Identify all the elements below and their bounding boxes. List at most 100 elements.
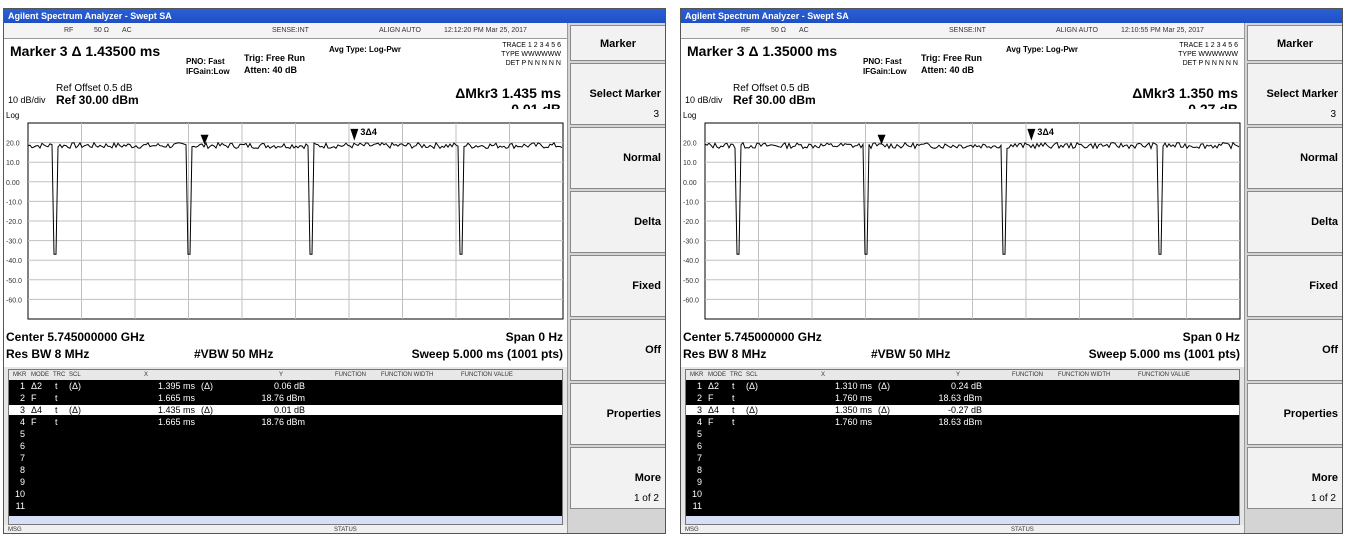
fixed-button[interactable]: Fixed bbox=[1247, 255, 1342, 317]
table-row[interactable]: 6 bbox=[9, 441, 562, 451]
cell-x: 1.310 ms bbox=[834, 381, 872, 391]
y-tick-label: -10.0 bbox=[683, 199, 699, 206]
fixed-button[interactable]: Fixed bbox=[570, 255, 665, 317]
plot-area: Log 20.0 10.0 0.00 -10.0 -20.0 -30.0 -40.0 -50.… bbox=[681, 109, 1244, 327]
cell-y: 0.06 dB bbox=[273, 381, 305, 391]
off-button[interactable]: Off bbox=[570, 319, 665, 381]
delta-button[interactable]: Delta bbox=[1247, 191, 1342, 253]
cell-n: 1 bbox=[19, 381, 25, 391]
cell-n: 6 bbox=[696, 441, 702, 451]
info-bar: RF 50 Ω AC SENSE:INT ALIGN AUTO 12:12:20… bbox=[4, 23, 567, 39]
table-row[interactable]: 2 Ft 1.665 ms 18.76 dBm bbox=[9, 393, 562, 403]
y-tick-label: -30.0 bbox=[6, 239, 22, 246]
y-tick-label: 10.0 bbox=[683, 160, 697, 167]
table-row[interactable]: 9 bbox=[9, 477, 562, 487]
normal-button[interactable]: Normal bbox=[570, 127, 665, 189]
sense-label: SENSE:INT bbox=[272, 27, 309, 34]
table-row[interactable]: 3 Δ4 t (Δ) 1.350 ms (Δ) -0.27 dB bbox=[686, 405, 1239, 415]
select-marker-value: 3 bbox=[1330, 109, 1336, 120]
more-label: More bbox=[1311, 472, 1338, 484]
cell-y: 18.76 dBm bbox=[261, 393, 305, 403]
cell-n: 9 bbox=[19, 477, 25, 487]
cell-trc: t bbox=[55, 405, 58, 415]
table-row[interactable]: 8 bbox=[9, 465, 562, 475]
table-row[interactable]: 11 bbox=[686, 501, 1239, 511]
col-function-value: FUNCTION VALUE bbox=[1138, 372, 1190, 378]
table-row[interactable]: 3 Δ4 t (Δ) 1.435 ms (Δ) 0.01 dB bbox=[9, 405, 562, 415]
properties-button[interactable]: Properties bbox=[570, 383, 665, 445]
cell-mode: F bbox=[31, 393, 37, 403]
table-row[interactable]: 8 bbox=[686, 465, 1239, 475]
cell-x: 1.665 ms bbox=[157, 393, 195, 403]
y-tick-label: 20.0 bbox=[683, 141, 697, 148]
sense-label: SENSE:INT bbox=[949, 27, 986, 34]
table-row[interactable]: 4 Ft 1.665 ms 18.76 dBm bbox=[9, 417, 562, 427]
table-row[interactable]: 6 bbox=[686, 441, 1239, 451]
cell-trc: t bbox=[732, 381, 735, 391]
y-tick-label: -20.0 bbox=[6, 219, 22, 226]
normal-button[interactable]: Normal bbox=[1247, 127, 1342, 189]
main-display: RF 50 Ω AC SENSE:INT ALIGN AUTO 12:12:20… bbox=[4, 23, 567, 533]
y-tick-label: -20.0 bbox=[683, 219, 699, 226]
col-mkr: MKR bbox=[13, 372, 27, 378]
table-row[interactable]: 10 bbox=[686, 489, 1239, 499]
cell-scl: (Δ) bbox=[746, 381, 759, 391]
cell-n: 11 bbox=[15, 501, 25, 511]
table-row[interactable]: 7 bbox=[9, 453, 562, 463]
table-row[interactable]: 4 Ft 1.760 ms 18.63 dBm bbox=[686, 417, 1239, 427]
table-row[interactable]: 5 bbox=[686, 429, 1239, 439]
trace-line: TRACE 1 2 3 4 5 6 bbox=[502, 42, 561, 49]
cell-n: 1 bbox=[696, 381, 702, 391]
off-button[interactable]: Off bbox=[1247, 319, 1342, 381]
y-tick-label: 0.00 bbox=[683, 180, 697, 187]
table-row[interactable]: 1 Δ2 t (Δ) 1.310 ms (Δ) 0.24 dB bbox=[686, 381, 1239, 391]
delta-button[interactable]: Delta bbox=[570, 191, 665, 253]
cell-y: 18.76 dBm bbox=[261, 417, 305, 427]
horizontal-scrollbar[interactable] bbox=[9, 516, 562, 524]
table-row[interactable]: 9 bbox=[686, 477, 1239, 487]
cell-mode: F bbox=[708, 417, 714, 427]
more-button[interactable]: More 1 of 2 bbox=[1247, 447, 1342, 509]
trig-label: Trig: Free Run bbox=[921, 53, 983, 63]
properties-label: Properties bbox=[1283, 408, 1338, 420]
trace-line: TRACE 1 2 3 4 5 6 bbox=[1179, 42, 1238, 49]
col-mkr: MKR bbox=[690, 372, 704, 378]
cell-y: 18.63 dBm bbox=[938, 417, 982, 427]
col-function: FUNCTION bbox=[335, 372, 366, 378]
marker-table[interactable]: MKR MODE TRC SCL X Y FUNCTION FUNCTION W… bbox=[685, 369, 1240, 525]
more-button[interactable]: More 1 of 2 bbox=[570, 447, 665, 509]
fixed-label: Fixed bbox=[632, 280, 661, 292]
select-marker-button[interactable]: Select Marker 3 bbox=[570, 63, 665, 125]
select-marker-button[interactable]: Select Marker 3 bbox=[1247, 63, 1342, 125]
cell-n: 4 bbox=[696, 417, 702, 427]
table-row[interactable]: 7 bbox=[686, 453, 1239, 463]
horizontal-scrollbar[interactable] bbox=[686, 516, 1239, 524]
select-marker-label: Select Marker bbox=[589, 88, 661, 100]
table-row[interactable]: 11 bbox=[9, 501, 562, 511]
cell-trc: t bbox=[732, 393, 735, 403]
cell-scl: (Δ) bbox=[746, 405, 759, 415]
analyzer-window-right: Agilent Spectrum Analyzer - Swept SA RF … bbox=[680, 8, 1343, 534]
table-row[interactable]: 1 Δ2 t (Δ) 1.395 ms (Δ) 0.06 dB bbox=[9, 381, 562, 391]
cell-n: 6 bbox=[19, 441, 25, 451]
properties-button[interactable]: Properties bbox=[1247, 383, 1342, 445]
y-tick-label: -50.0 bbox=[6, 278, 22, 285]
col-function-width: FUNCTION WIDTH bbox=[381, 372, 434, 378]
sweep: Sweep 5.000 ms (1001 pts) bbox=[1088, 347, 1240, 361]
properties-label: Properties bbox=[606, 408, 661, 420]
status-label: STATUS bbox=[1011, 527, 1034, 533]
table-row[interactable]: 10 bbox=[9, 489, 562, 499]
table-row[interactable]: 5 bbox=[9, 429, 562, 439]
window-title: Agilent Spectrum Analyzer - Swept SA bbox=[681, 9, 1342, 23]
span: Span 0 Hz bbox=[1182, 330, 1240, 344]
cell-n: 3 bbox=[19, 405, 25, 415]
table-row[interactable]: 2 Ft 1.760 ms 18.63 dBm bbox=[686, 393, 1239, 403]
marker-table[interactable]: MKR MODE TRC SCL X Y FUNCTION FUNCTION W… bbox=[8, 369, 563, 525]
softkey-panel: Marker Select Marker 3 Normal Delta Fixed… bbox=[1244, 23, 1342, 533]
avg-type: Avg Type: Log-Pwr bbox=[1006, 45, 1078, 54]
cell-trc: t bbox=[55, 381, 58, 391]
marker-menu-label: Marker bbox=[599, 38, 637, 50]
cell-n: 3 bbox=[696, 405, 702, 415]
ref-level: Ref 30.00 dBm bbox=[56, 93, 139, 107]
status-bar: MSG STATUS bbox=[4, 525, 567, 533]
